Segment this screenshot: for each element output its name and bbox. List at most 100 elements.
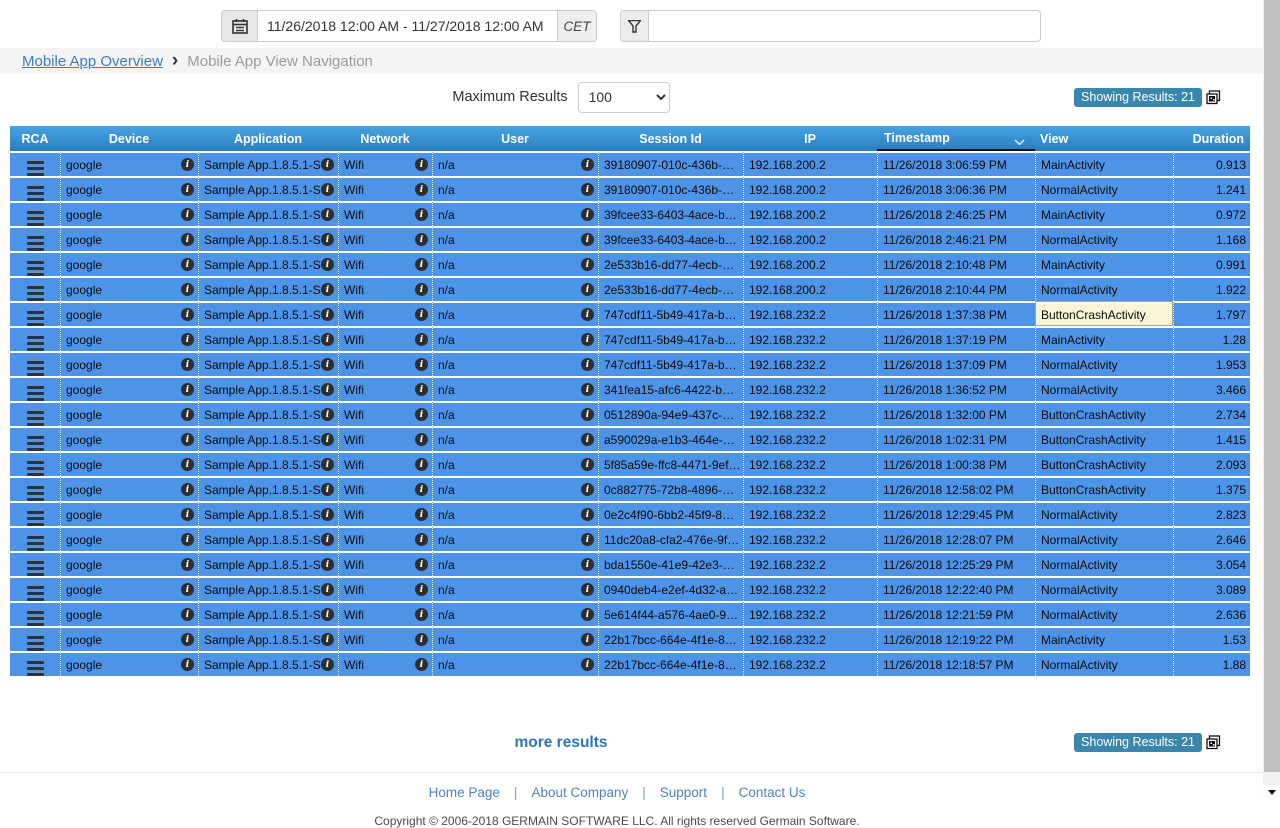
device-cell[interactable]: googlei bbox=[60, 251, 198, 276]
application-cell[interactable]: Sample App.1.8.5.1-SNi bbox=[198, 401, 338, 426]
user-cell[interactable]: n/ai bbox=[432, 601, 598, 626]
footer-link-home[interactable]: Home Page bbox=[429, 785, 500, 800]
view-cell[interactable]: NormalActivity bbox=[1035, 551, 1173, 576]
ip-cell[interactable]: 192.168.200.2 bbox=[743, 226, 877, 251]
view-cell[interactable]: NormalActivity bbox=[1035, 351, 1173, 376]
info-icon[interactable]: i bbox=[415, 608, 428, 621]
max-results-select[interactable]: 100 bbox=[578, 82, 670, 113]
calendar-button[interactable] bbox=[221, 10, 258, 42]
device-cell[interactable]: googlei bbox=[60, 376, 198, 401]
session-id-cell[interactable]: 747cdf11-5b49-417a-b… bbox=[598, 301, 743, 326]
rca-cell[interactable] bbox=[10, 376, 60, 401]
application-cell[interactable]: Sample App.1.8.5.1-SNi bbox=[198, 576, 338, 601]
table-row[interactable]: googlei Sample App.1.8.5.1-SNi Wifii n/a… bbox=[10, 501, 1250, 526]
timestamp-cell[interactable]: 11/26/2018 1:37:38 PM bbox=[877, 301, 1035, 326]
user-cell[interactable]: n/ai bbox=[432, 651, 598, 676]
info-icon[interactable]: i bbox=[581, 408, 594, 421]
column-header-application[interactable]: Application bbox=[198, 126, 338, 151]
info-icon[interactable]: i bbox=[181, 633, 194, 646]
user-cell[interactable]: n/ai bbox=[432, 176, 598, 201]
ip-cell[interactable]: 192.168.232.2 bbox=[743, 601, 877, 626]
device-cell[interactable]: googlei bbox=[60, 276, 198, 301]
network-cell[interactable]: Wifii bbox=[338, 526, 432, 551]
ip-cell[interactable]: 192.168.232.2 bbox=[743, 401, 877, 426]
user-cell[interactable]: n/ai bbox=[432, 326, 598, 351]
user-cell[interactable]: n/ai bbox=[432, 376, 598, 401]
column-header-network[interactable]: Network bbox=[338, 126, 432, 151]
rca-cell[interactable] bbox=[10, 601, 60, 626]
rca-cell[interactable] bbox=[10, 501, 60, 526]
view-cell[interactable]: ButtonCrashActivity bbox=[1035, 301, 1173, 326]
info-icon[interactable]: i bbox=[415, 458, 428, 471]
rca-details-icon[interactable] bbox=[27, 184, 44, 201]
device-cell[interactable]: googlei bbox=[60, 151, 198, 176]
device-cell[interactable]: googlei bbox=[60, 576, 198, 601]
table-row[interactable]: googlei Sample App.1.8.5.1-SNi Wifii n/a… bbox=[10, 326, 1250, 351]
user-cell[interactable]: n/ai bbox=[432, 251, 598, 276]
info-icon[interactable]: i bbox=[415, 158, 428, 171]
session-id-cell[interactable]: 0940deb4-e2ef-4d32-a… bbox=[598, 576, 743, 601]
info-icon[interactable]: i bbox=[321, 333, 334, 346]
application-cell[interactable]: Sample App.1.8.5.1-SNi bbox=[198, 176, 338, 201]
view-cell[interactable]: NormalActivity bbox=[1035, 176, 1173, 201]
session-id-cell[interactable]: 341fea15-afc6-4422-b… bbox=[598, 376, 743, 401]
application-cell[interactable]: Sample App.1.8.5.1-SNi bbox=[198, 276, 338, 301]
view-cell[interactable]: NormalActivity bbox=[1035, 526, 1173, 551]
network-cell[interactable]: Wifii bbox=[338, 376, 432, 401]
info-icon[interactable]: i bbox=[321, 308, 334, 321]
info-icon[interactable]: i bbox=[181, 258, 194, 271]
ip-cell[interactable]: 192.168.232.2 bbox=[743, 451, 877, 476]
ip-cell[interactable]: 192.168.200.2 bbox=[743, 201, 877, 226]
network-cell[interactable]: Wifii bbox=[338, 176, 432, 201]
info-icon[interactable]: i bbox=[581, 633, 594, 646]
rca-details-icon[interactable] bbox=[27, 234, 44, 251]
timestamp-cell[interactable]: 11/26/2018 2:10:44 PM bbox=[877, 276, 1035, 301]
session-id-cell[interactable]: 0512890a-94e9-437c-… bbox=[598, 401, 743, 426]
info-icon[interactable]: i bbox=[321, 408, 334, 421]
info-icon[interactable]: i bbox=[181, 158, 194, 171]
info-icon[interactable]: i bbox=[181, 433, 194, 446]
application-cell[interactable]: Sample App.1.8.5.1-SNi bbox=[198, 251, 338, 276]
ip-cell[interactable]: 192.168.232.2 bbox=[743, 426, 877, 451]
column-header-view[interactable]: View bbox=[1035, 126, 1173, 151]
info-icon[interactable]: i bbox=[321, 633, 334, 646]
device-cell[interactable]: googlei bbox=[60, 601, 198, 626]
user-cell[interactable]: n/ai bbox=[432, 426, 598, 451]
device-cell[interactable]: googlei bbox=[60, 651, 198, 676]
info-icon[interactable]: i bbox=[581, 233, 594, 246]
info-icon[interactable]: i bbox=[321, 483, 334, 496]
info-icon[interactable]: i bbox=[581, 283, 594, 296]
user-cell[interactable]: n/ai bbox=[432, 401, 598, 426]
timestamp-cell[interactable]: 11/26/2018 2:46:21 PM bbox=[877, 226, 1035, 251]
info-icon[interactable]: i bbox=[415, 533, 428, 546]
info-icon[interactable]: i bbox=[181, 183, 194, 196]
info-icon[interactable]: i bbox=[321, 433, 334, 446]
table-row[interactable]: googlei Sample App.1.8.5.1-SNi Wifii n/a… bbox=[10, 476, 1250, 501]
rca-cell[interactable] bbox=[10, 226, 60, 251]
timestamp-cell[interactable]: 11/26/2018 1:32:00 PM bbox=[877, 401, 1035, 426]
view-cell[interactable]: NormalActivity bbox=[1035, 226, 1173, 251]
rca-details-icon[interactable] bbox=[27, 159, 44, 176]
session-id-cell[interactable]: 0e2c4f90-6bb2-45f9-8… bbox=[598, 501, 743, 526]
rca-details-icon[interactable] bbox=[27, 559, 44, 576]
rca-details-icon[interactable] bbox=[27, 434, 44, 451]
timestamp-cell[interactable]: 11/26/2018 12:29:45 PM bbox=[877, 501, 1035, 526]
rca-cell[interactable] bbox=[10, 426, 60, 451]
user-cell[interactable]: n/ai bbox=[432, 301, 598, 326]
rca-details-icon[interactable] bbox=[27, 509, 44, 526]
table-row[interactable]: googlei Sample App.1.8.5.1-SNi Wifii n/a… bbox=[10, 626, 1250, 651]
view-cell[interactable]: MainActivity bbox=[1035, 326, 1173, 351]
rca-details-icon[interactable] bbox=[27, 584, 44, 601]
info-icon[interactable]: i bbox=[181, 383, 194, 396]
view-cell[interactable]: NormalActivity bbox=[1035, 651, 1173, 676]
application-cell[interactable]: Sample App.1.8.5.1-SNi bbox=[198, 301, 338, 326]
application-cell[interactable]: Sample App.1.8.5.1-SNi bbox=[198, 376, 338, 401]
info-icon[interactable]: i bbox=[415, 233, 428, 246]
session-id-cell[interactable]: 22b17bcc-664e-4f1e-8… bbox=[598, 626, 743, 651]
info-icon[interactable]: i bbox=[415, 508, 428, 521]
table-row[interactable]: googlei Sample App.1.8.5.1-SNi Wifii n/a… bbox=[10, 301, 1250, 326]
session-id-cell[interactable]: 747cdf11-5b49-417a-b… bbox=[598, 351, 743, 376]
rca-cell[interactable] bbox=[10, 151, 60, 176]
rca-cell[interactable] bbox=[10, 326, 60, 351]
vertical-scrollbar[interactable] bbox=[1263, 0, 1280, 800]
